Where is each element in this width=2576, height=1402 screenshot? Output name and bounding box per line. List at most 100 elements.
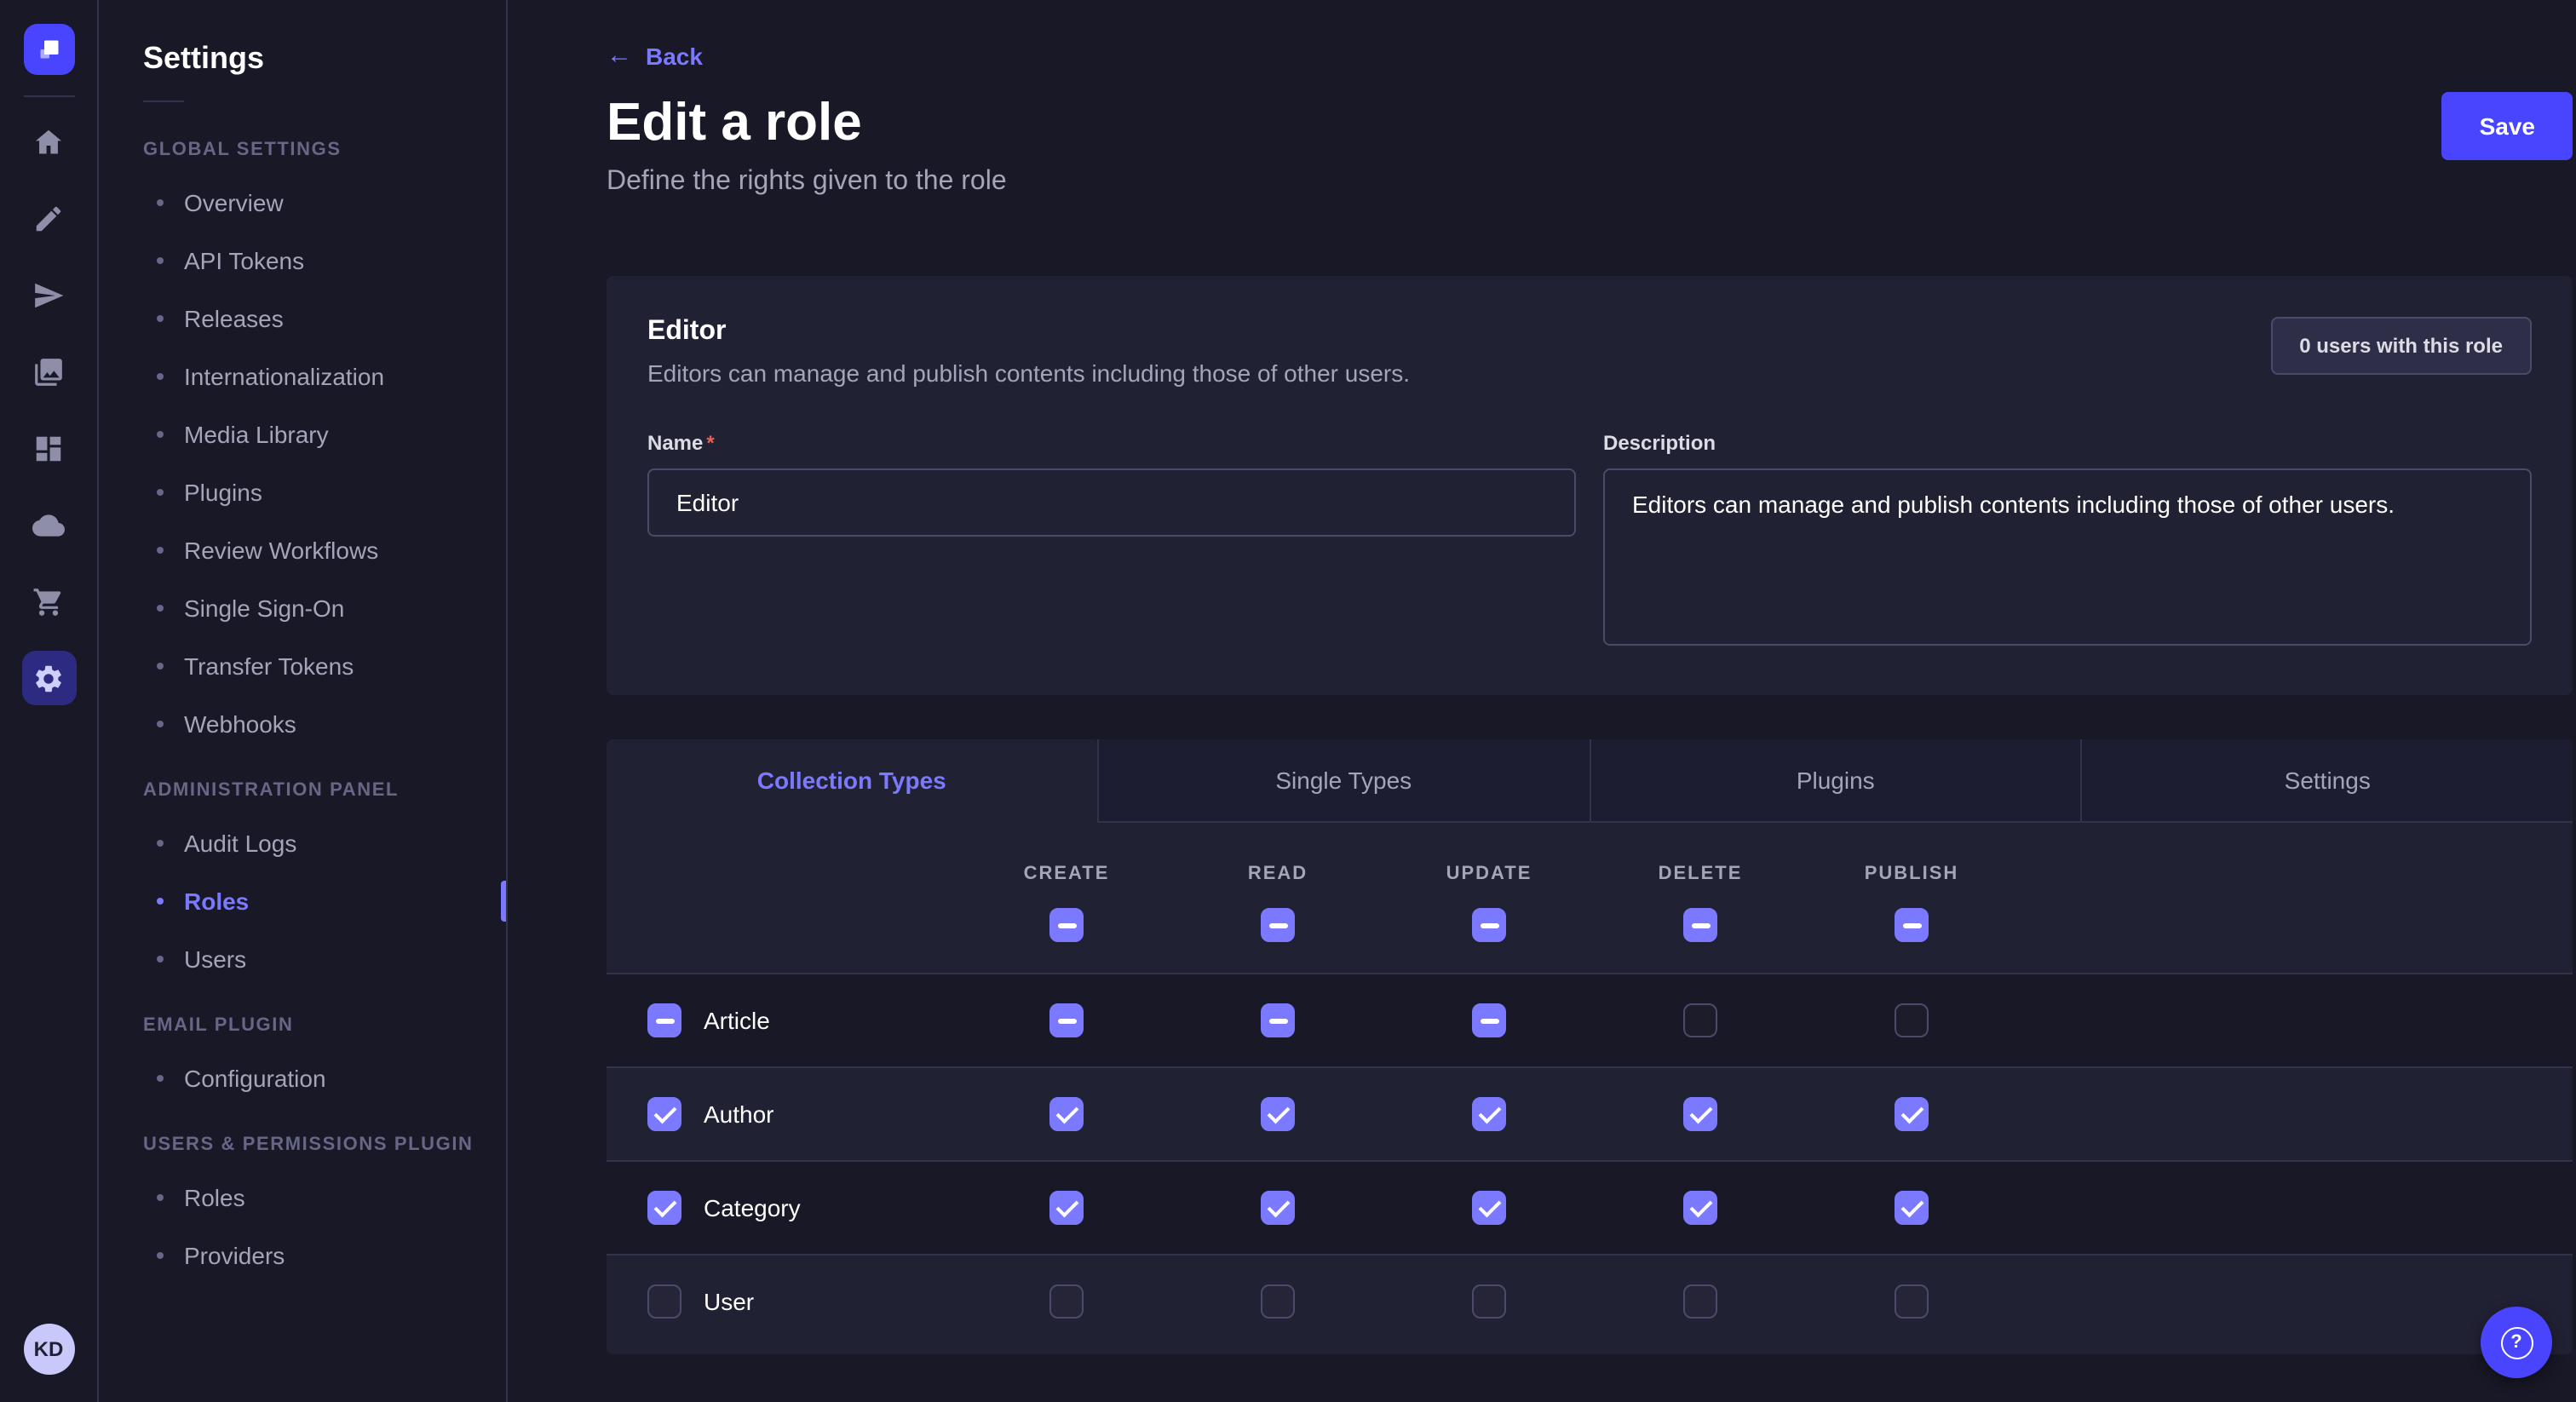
row-select-checkbox[interactable] [647,1097,681,1131]
permission-checkbox[interactable] [1049,1191,1084,1225]
row-select-checkbox[interactable] [647,1284,681,1319]
permission-checkbox[interactable] [1895,1097,1929,1131]
sidebar-item-webhooks[interactable]: Webhooks [99,695,506,753]
sidebar-item-label: Releases [184,305,284,332]
bullet-icon [157,840,164,847]
select-all-delete-checkbox[interactable] [1683,908,1717,942]
column-header-delete: DELETE [1595,864,1806,884]
sidebar-item-providers[interactable]: Providers [99,1227,506,1284]
select-all-create-checkbox[interactable] [1049,908,1084,942]
permission-row-user: User [607,1254,2573,1347]
permission-checkbox[interactable] [1895,1003,1929,1037]
sidebar-item-label: Media Library [184,421,329,448]
permission-checkbox[interactable] [1683,1284,1717,1319]
marketplace-cart-icon[interactable] [21,574,76,629]
permission-checkbox[interactable] [1261,1191,1295,1225]
sidebar-item-label: Transfer Tokens [184,652,354,680]
tab-settings[interactable]: Settings [2081,739,2573,821]
bullet-icon [157,431,164,438]
column-header-create: CREATE [961,864,1172,884]
bullet-icon [157,315,164,322]
permission-checkbox[interactable] [1261,1284,1295,1319]
row-select-checkbox[interactable] [647,1191,681,1225]
sidebar-item-single-sign-on[interactable]: Single Sign-On [99,579,506,637]
home-icon[interactable] [21,114,76,169]
select-all-read-checkbox[interactable] [1261,908,1295,942]
users-count-badge[interactable]: 0 users with this role [2270,317,2532,375]
bullet-icon [157,257,164,264]
content-type-builder-icon[interactable] [21,421,76,475]
select-all-update-checkbox[interactable] [1472,908,1506,942]
sidebar-item-users[interactable]: Users [99,930,506,988]
sidebar-title: Settings [143,41,506,77]
permission-checkbox[interactable] [1683,1003,1717,1037]
sidebar-item-transfer-tokens[interactable]: Transfer Tokens [99,637,506,695]
save-button[interactable]: Save [2442,92,2573,160]
bullet-icon [157,663,164,669]
description-field-label: Description [1603,431,1716,455]
media-library-icon[interactable] [21,344,76,399]
role-details-card: Editor Editors can manage and publish co… [607,276,2573,695]
strapi-logo[interactable] [23,24,74,75]
tab-plugins[interactable]: Plugins [1589,739,2081,821]
deploy-cloud-icon[interactable] [21,497,76,552]
sidebar-item-audit-logs[interactable]: Audit Logs [99,814,506,872]
permission-row-author: Author [607,1066,2573,1160]
sidebar-item-label: Users [184,945,246,973]
back-arrow-icon: ← [607,41,632,70]
releases-icon[interactable] [21,267,76,322]
page-title: Edit a role [607,92,1007,153]
permission-checkbox[interactable] [1683,1097,1717,1131]
permission-checkbox[interactable] [1472,1284,1506,1319]
title-rule [143,101,184,102]
sidebar-item-roles-up[interactable]: Roles [99,1169,506,1227]
row-select-checkbox[interactable] [647,1003,681,1037]
select-all-publish-checkbox[interactable] [1895,908,1929,942]
permission-checkbox[interactable] [1472,1097,1506,1131]
permission-checkbox[interactable] [1895,1284,1929,1319]
name-field[interactable] [647,468,1576,537]
permission-checkbox[interactable] [1472,1003,1506,1037]
bullet-icon [157,898,164,905]
sidebar-item-label: Review Workflows [184,537,378,564]
permissions-card: Collection Types Single Types Plugins Se… [607,739,2573,1354]
permission-checkbox[interactable] [1261,1097,1295,1131]
bullet-icon [157,721,164,727]
content-manager-icon[interactable] [21,191,76,245]
tab-collection-types[interactable]: Collection Types [607,739,1097,821]
permission-checkbox[interactable] [1049,1003,1084,1037]
permission-checkbox[interactable] [1895,1191,1929,1225]
help-button[interactable]: ? [2481,1307,2552,1378]
question-mark-icon: ? [2500,1326,2533,1359]
sidebar-item-configuration[interactable]: Configuration [99,1049,506,1107]
permission-checkbox[interactable] [1049,1284,1084,1319]
sidebar-item-roles-admin[interactable]: Roles [99,872,506,930]
avatar[interactable]: KD [23,1324,74,1375]
sidebar-item-label: Providers [184,1242,285,1269]
sidebar-item-internationalization[interactable]: Internationalization [99,348,506,405]
sidebar-item-review-workflows[interactable]: Review Workflows [99,521,506,579]
sidebar-item-releases[interactable]: Releases [99,290,506,348]
sidebar-item-api-tokens[interactable]: API Tokens [99,232,506,290]
bullet-icon [157,547,164,554]
nav-rail: KD [0,0,99,1402]
name-field-label: Name* [647,431,715,455]
permission-checkbox[interactable] [1261,1003,1295,1037]
bullet-icon [157,1252,164,1259]
back-link[interactable]: ← Back [607,41,703,70]
sidebar-item-plugins[interactable]: Plugins [99,463,506,521]
settings-gear-icon[interactable] [21,651,76,705]
sidebar-item-media-library[interactable]: Media Library [99,405,506,463]
tab-single-types[interactable]: Single Types [1097,739,1590,821]
bullet-icon [157,373,164,380]
permission-checkbox[interactable] [1049,1097,1084,1131]
row-label: Author [704,1100,774,1128]
required-asterisk: * [706,431,714,455]
permission-checkbox[interactable] [1683,1191,1717,1225]
strapi-logo-icon [33,34,64,65]
permission-checkbox[interactable] [1472,1191,1506,1225]
description-field[interactable]: Editors can manage and publish contents … [1603,468,2532,646]
column-header-publish: PUBLISH [1806,864,2017,884]
row-label: Article [704,1007,770,1034]
sidebar-item-overview[interactable]: Overview [99,174,506,232]
